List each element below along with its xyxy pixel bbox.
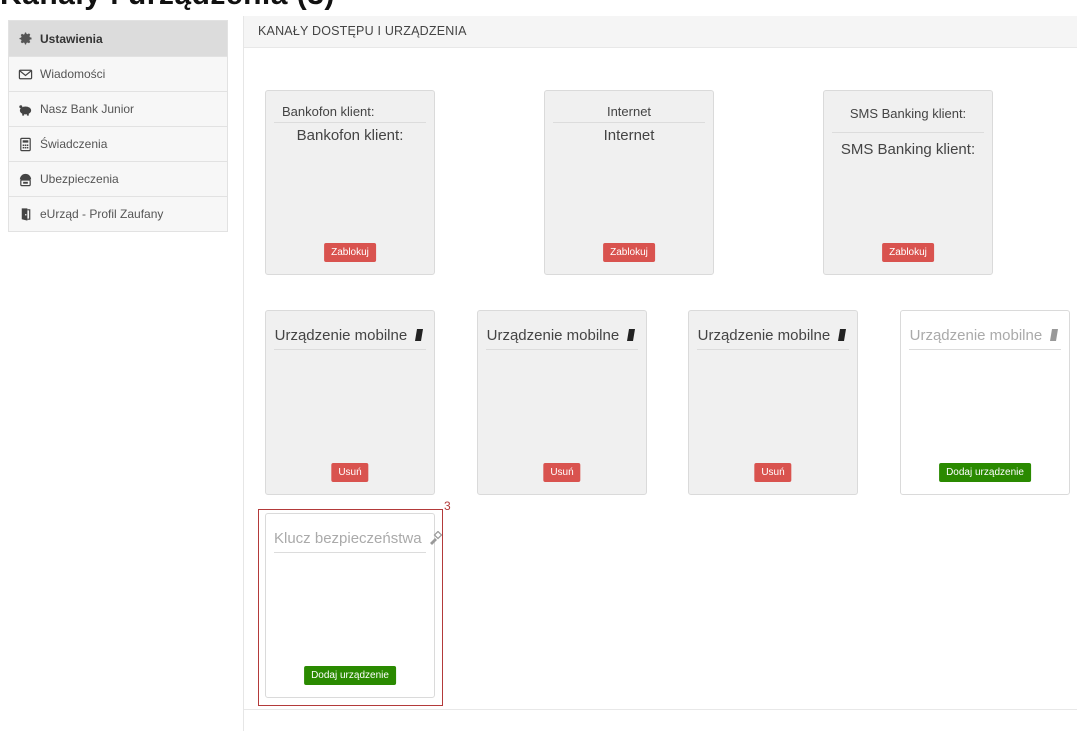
page-heading: Kanały i urządzenia (3) bbox=[0, 0, 335, 12]
security-key-title-text: Klucz bezpieczeństwa bbox=[274, 530, 422, 547]
channel-subtitle: SMS Banking klient: bbox=[840, 141, 976, 158]
block-button[interactable]: Zablokuj bbox=[324, 243, 376, 262]
envelope-icon bbox=[17, 66, 33, 82]
divider bbox=[244, 709, 1077, 710]
mobile-device-icon bbox=[836, 328, 848, 346]
channel-subtitle: Bankofon klient: bbox=[296, 127, 404, 144]
remove-device-button[interactable]: Usuń bbox=[331, 463, 369, 482]
door-icon bbox=[17, 206, 33, 222]
device-card-empty: Urządzenie mobilne Dodaj urządzenie bbox=[900, 310, 1070, 495]
block-button[interactable]: Zablokuj bbox=[603, 243, 655, 262]
security-key-card: Klucz bezpieczeństwa Dodaj urządzenie bbox=[265, 513, 443, 698]
sidebar-item-benefits[interactable]: Świadczenia bbox=[9, 126, 227, 161]
device-title-text: Urządzenie mobilne bbox=[486, 327, 620, 344]
device-card: Urządzenie mobilne Usuń bbox=[688, 310, 858, 495]
channel-title: Internet bbox=[553, 91, 705, 123]
channel-subtitle: Internet bbox=[603, 127, 655, 144]
device-card: Urządzenie mobilne Usuń bbox=[265, 310, 435, 495]
sidebar-item-label: Świadczenia bbox=[40, 137, 108, 151]
sidebar-item-insurance[interactable]: Ubezpieczenia bbox=[9, 161, 227, 196]
calculator-icon bbox=[17, 136, 33, 152]
annotation-number: 3 bbox=[444, 499, 451, 513]
channel-card-bankofon: Bankofon klient: Bankofon klient: Zablok… bbox=[265, 90, 435, 275]
sidebar: Ustawienia Wiadomości Nasz Bank Junior Ś… bbox=[8, 20, 228, 232]
mobile-device-icon bbox=[413, 328, 425, 346]
piggy-bank-icon bbox=[17, 101, 33, 117]
sidebar-item-label: eUrząd - Profil Zaufany bbox=[40, 207, 164, 221]
umbrella-icon bbox=[17, 171, 33, 187]
device-title: Urządzenie mobilne bbox=[486, 311, 638, 350]
device-title: Urządzenie mobilne bbox=[274, 311, 426, 350]
usb-key-icon bbox=[428, 530, 443, 549]
sidebar-item-label: Wiadomości bbox=[40, 67, 106, 81]
channel-title: Bankofon klient: bbox=[274, 91, 426, 123]
add-device-button[interactable]: Dodaj urządzenie bbox=[939, 463, 1031, 482]
section-title: KANAŁY DOSTĘPU I URZĄDZENIA bbox=[244, 16, 1077, 48]
device-title-text: Urządzenie mobilne bbox=[697, 327, 831, 344]
remove-device-button[interactable]: Usuń bbox=[754, 463, 792, 482]
sidebar-item-settings[interactable]: Ustawienia bbox=[9, 20, 227, 56]
device-title-text: Urządzenie mobilne bbox=[909, 327, 1043, 344]
device-title-text: Urządzenie mobilne bbox=[274, 327, 408, 344]
security-key-title: Klucz bezpieczeństwa bbox=[274, 514, 443, 553]
channel-card-sms: SMS Banking klient: SMS Banking klient: … bbox=[823, 90, 993, 275]
sidebar-item-bank-junior[interactable]: Nasz Bank Junior bbox=[9, 91, 227, 126]
mobile-device-icon bbox=[625, 328, 637, 346]
sidebar-item-label: Ustawienia bbox=[40, 31, 103, 46]
device-card: Urządzenie mobilne Usuń bbox=[477, 310, 647, 495]
mobile-device-icon bbox=[1048, 328, 1060, 346]
device-title: Urządzenie mobilne bbox=[697, 311, 849, 350]
add-device-button[interactable]: Dodaj urządzenie bbox=[304, 666, 396, 685]
sidebar-item-eurzad[interactable]: eUrząd - Profil Zaufany bbox=[9, 196, 227, 231]
channel-title: SMS Banking klient: bbox=[832, 91, 984, 133]
channel-card-internet: Internet Internet Zablokuj bbox=[544, 90, 714, 275]
gear-icon bbox=[17, 31, 33, 47]
remove-device-button[interactable]: Usuń bbox=[543, 463, 581, 482]
sidebar-item-label: Ubezpieczenia bbox=[40, 172, 119, 186]
sidebar-item-label: Nasz Bank Junior bbox=[40, 102, 135, 116]
device-title: Urządzenie mobilne bbox=[909, 311, 1061, 350]
sidebar-item-messages[interactable]: Wiadomości bbox=[9, 56, 227, 91]
block-button[interactable]: Zablokuj bbox=[882, 243, 934, 262]
